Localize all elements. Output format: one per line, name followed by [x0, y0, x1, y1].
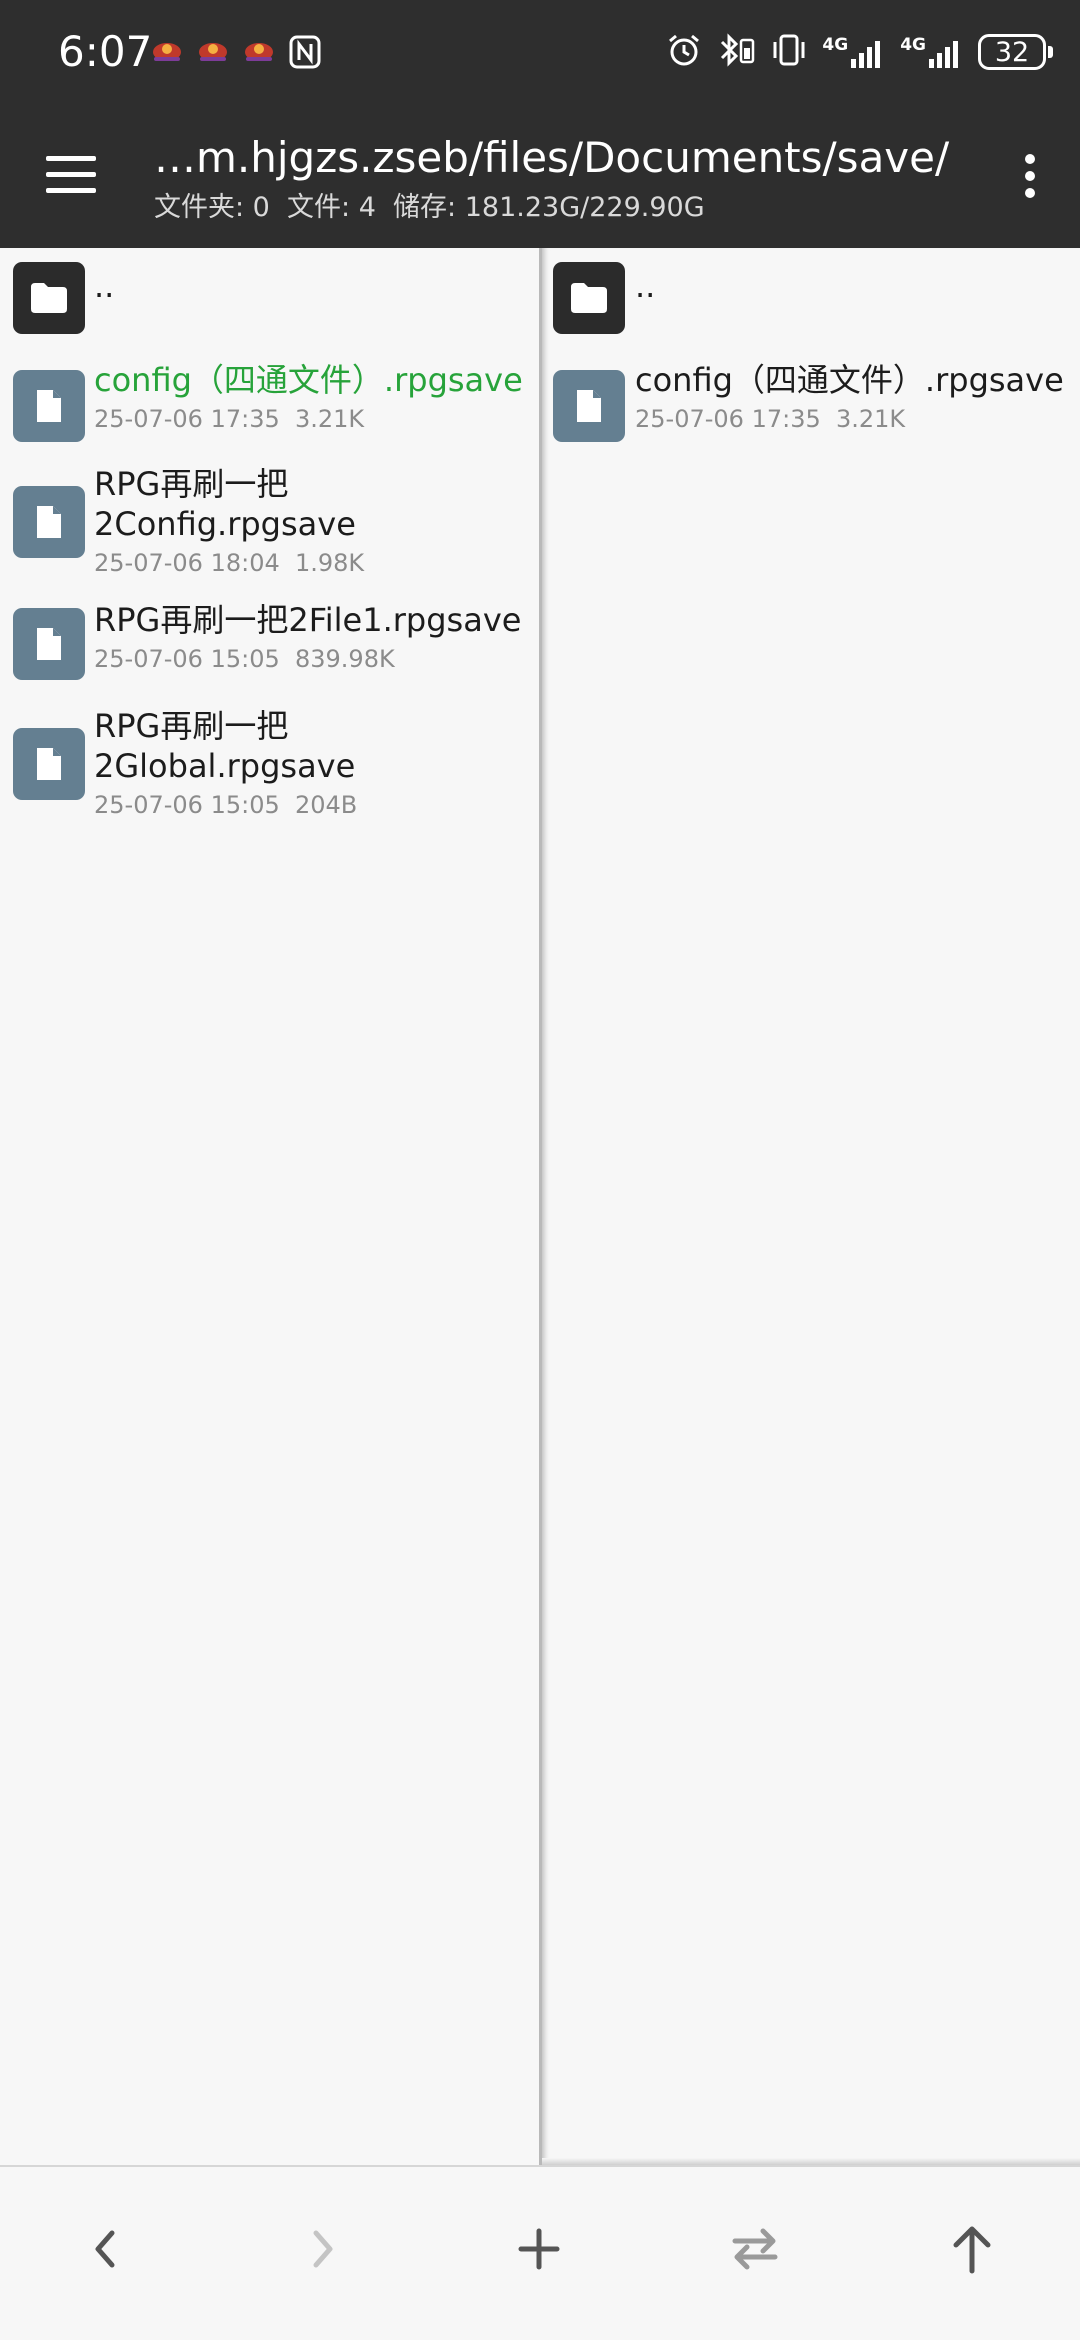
bluetooth-icon — [716, 32, 756, 72]
file-meta: 25-07-06 15:05 839.98K — [94, 645, 395, 673]
signal-icon: 4G — [822, 35, 886, 69]
app-notification-icon — [150, 34, 184, 70]
file-name: config（四通文件）.rpgsave — [94, 361, 523, 399]
bottom-toolbar — [0, 2165, 1080, 2340]
file-meta: 25-07-06 17:35 3.21K — [635, 405, 906, 433]
file-name-line1: RPG再刷一把 — [94, 707, 289, 745]
forward-button[interactable] — [282, 2211, 362, 2291]
file-name: RPG再刷一把2File1.rpgsave — [94, 601, 522, 639]
file-name-line2: 2Config.rpgsave — [94, 505, 356, 543]
file-item[interactable]: config（四通文件）.rpgsave 25-07-06 17:35 3.21… — [542, 360, 1080, 456]
file-item[interactable]: RPG再刷一把2File1.rpgsave 25-07-06 15:05 839… — [0, 600, 540, 696]
file-item[interactable]: RPG再刷一把 2Config.rpgsave 25-07-06 18:04 1… — [0, 464, 540, 584]
file-name-line2: 2Global.rpgsave — [94, 747, 356, 785]
file-meta: 25-07-06 15:05 204B — [94, 791, 358, 819]
folder-icon — [553, 262, 625, 334]
file-icon — [13, 486, 85, 558]
status-bar: 6:07 4G 4G 32 — [0, 0, 1080, 104]
forward-icon — [302, 2225, 342, 2277]
swap-icon — [727, 2225, 783, 2277]
file-icon — [13, 608, 85, 680]
app-notification-icon — [242, 34, 276, 70]
left-pane[interactable]: .. config（四通文件）.rpgsave 25-07-06 17:35 3… — [0, 248, 540, 2165]
signal-icon: 4G — [900, 35, 964, 69]
battery-icon: 32 — [978, 34, 1053, 70]
folder-icon — [13, 262, 85, 334]
up-button[interactable] — [932, 2211, 1012, 2291]
parent-folder-item[interactable]: .. — [542, 262, 1080, 340]
parent-folder-label: .. — [94, 267, 115, 305]
file-item[interactable]: config（四通文件）.rpgsave 25-07-06 17:35 3.21… — [0, 360, 540, 456]
right-pane[interactable]: .. config（四通文件）.rpgsave 25-07-06 17:35 3… — [542, 248, 1080, 2165]
menu-button[interactable] — [40, 150, 102, 200]
file-meta: 25-07-06 18:04 1.98K — [94, 549, 365, 577]
status-time: 6:07 — [58, 27, 153, 76]
parent-folder-label: .. — [635, 267, 656, 305]
network-label: 4G — [822, 35, 849, 55]
status-icons: 4G 4G 32 — [666, 28, 1053, 76]
network-label: 4G — [900, 35, 926, 55]
file-name-line1: RPG再刷一把 — [94, 465, 289, 503]
battery-level: 32 — [994, 36, 1030, 68]
add-button[interactable] — [499, 2211, 579, 2291]
vibrate-icon — [770, 32, 808, 72]
more-options-button[interactable] — [1010, 148, 1050, 204]
back-icon — [86, 2225, 126, 2277]
file-icon — [553, 370, 625, 442]
file-meta: 25-07-06 17:35 3.21K — [94, 405, 365, 433]
app-notification-icon — [196, 34, 230, 70]
file-icon — [13, 728, 85, 800]
swap-panes-button[interactable] — [715, 2211, 795, 2291]
pane-shadow — [542, 2158, 1080, 2165]
path-title[interactable]: …m.hjgzs.zseb/files/Documents/save/ — [154, 130, 954, 186]
parent-folder-item[interactable]: .. — [0, 262, 540, 340]
back-button[interactable] — [66, 2211, 146, 2291]
add-icon — [517, 2227, 561, 2275]
folder-stats: 文件夹: 0 文件: 4 储存: 181.23G/229.90G — [154, 192, 705, 223]
up-icon — [948, 2223, 996, 2279]
file-icon — [13, 370, 85, 442]
file-item[interactable]: RPG再刷一把 2Global.rpgsave 25-07-06 15:05 2… — [0, 706, 540, 826]
nfc-icon — [288, 34, 322, 70]
file-name: config（四通文件）.rpgsave — [635, 361, 1064, 399]
alarm-icon — [666, 32, 702, 72]
app-bar: …m.hjgzs.zseb/files/Documents/save/ 文件夹:… — [0, 104, 1080, 248]
